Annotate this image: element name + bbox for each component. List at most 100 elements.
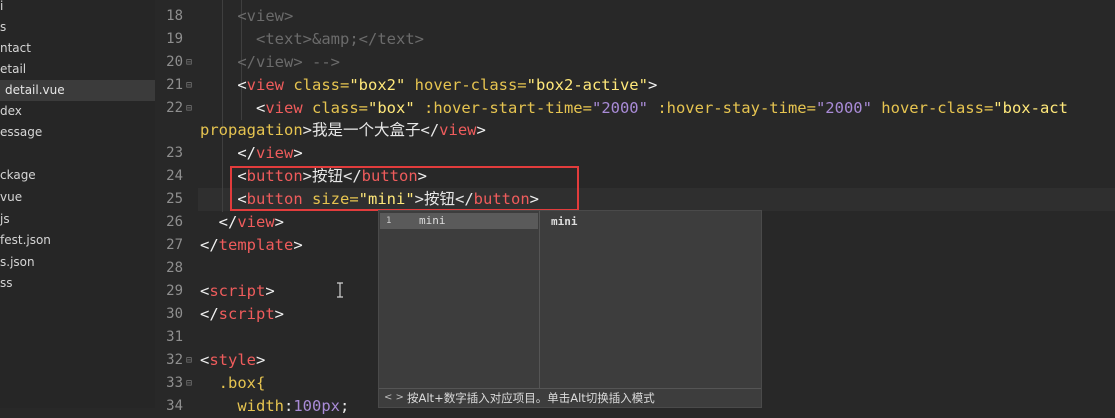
code-line[interactable]: width:100px; [200,395,349,418]
sidebar-item-label: js [0,212,10,226]
line-number: 31 [166,329,183,345]
code-token: "2000" [815,99,872,117]
code-token: :hover-start-time= [414,99,592,117]
sidebar-item[interactable]: i [0,0,155,17]
code-token: > [293,144,303,162]
sidebar-item[interactable]: js [0,209,155,230]
line-number: 34 [166,398,183,414]
autocomplete-item[interactable]: 1 mini [380,213,538,229]
file-explorer-sidebar: i s ntact etail detail.vue dex essage ck… [0,0,155,408]
code-token: >我是一个大盒子</ [302,121,440,139]
code-token: view [439,121,477,139]
sidebar-item-label: ss [0,276,13,290]
sidebar-item[interactable]: ntact [0,38,155,59]
code-token: hover-class= [405,76,527,94]
code-token: view [265,99,303,117]
sidebar-item-label: detail.vue [5,83,65,97]
line-number: 28 [166,260,183,276]
code-token: view [246,76,284,94]
sidebar-item[interactable] [0,143,155,164]
autocomplete-item-label: mini [419,214,446,227]
sidebar-item[interactable]: dex [0,101,155,122]
sidebar-item-label: ntact [0,41,31,55]
fold-marker-icon[interactable]: ⊟ [186,349,192,372]
line-number: 22 [166,100,183,116]
code-token: > [293,236,303,254]
code-token: </ [237,144,256,162]
code-token: > --> [293,53,340,71]
sidebar-item[interactable]: ckage [0,165,155,186]
fold-marker-icon[interactable]: ⊟ [186,372,192,395]
code-token: text [265,30,303,48]
code-line[interactable]: .box{ [200,372,266,395]
fold-marker-icon[interactable]: ⊟ [186,51,192,74]
code-line[interactable]: </view> --> [200,51,340,74]
code-token: ; [340,397,350,415]
code-token: script [209,282,266,300]
code-token: "box2-active" [526,76,648,94]
code-token: script [218,305,275,323]
code-token: 100px [293,397,341,415]
code-line[interactable]: <view class="box" :hover-start-time="200… [200,97,1068,120]
sidebar-item[interactable]: essage [0,122,155,143]
annotation-highlight-box [230,166,579,211]
code-token: > [265,282,275,300]
code-token: < [200,282,210,300]
code-line[interactable]: <text>&amp;</text> [200,28,424,51]
sidebar-item[interactable]: s [0,17,155,38]
sidebar-item[interactable]: ss [0,273,155,294]
autocomplete-item-index: 1 [386,216,392,226]
code-token: > [284,7,294,25]
code-line[interactable]: </template> [200,234,303,257]
code-token: > [256,351,266,369]
sidebar-item[interactable]: s.json [0,252,155,273]
code-token: >&amp;</ [302,30,378,48]
code-token: < [200,351,210,369]
code-line[interactable]: <style> [200,349,265,372]
sidebar-item[interactable]: vue [0,187,155,208]
line-number: 32 [166,352,183,368]
code-line[interactable]: <view class="box2" hover-class="box2-act… [200,74,657,97]
code-token: > [476,121,486,139]
code-token: </ [237,53,256,71]
text-cursor-icon [335,282,345,298]
code-token: > [414,30,424,48]
line-number: 20 [166,54,183,70]
code-line[interactable]: </script> [200,303,284,326]
sidebar-item-detail-vue[interactable]: detail.vue [0,80,155,101]
line-number: 26 [166,214,183,230]
code-line[interactable]: <view> [200,5,293,28]
code-line[interactable]: </view> [200,142,303,165]
autocomplete-list: 1 mini [379,211,540,389]
line-number: 21 [166,77,183,93]
sidebar-item-label: ckage [0,168,36,182]
code-token: </ [200,236,219,254]
line-number: 24 [166,168,183,184]
code-token: < [256,30,266,48]
fold-marker-icon[interactable]: ⊟ [186,97,192,120]
code-token: propagation [200,121,303,139]
code-token: :hover-stay-time= [647,99,816,117]
code-token: </ [218,213,238,231]
code-token: "2000" [591,99,648,117]
line-number: 29 [166,283,183,299]
line-number: 33 [166,375,183,391]
fold-marker-icon[interactable]: ⊟ [186,74,192,97]
code-token: > [647,76,658,94]
code-token: .box{ [218,374,266,392]
code-brackets-icon: < > [384,392,404,403]
sidebar-item-label: s.json [0,255,35,269]
sidebar-item-label: essage [0,125,43,139]
code-line-wrapped[interactable]: propagation>我是一个大盒子</view> [200,119,486,142]
autocomplete-hint-text: 按Alt+数字插入对应项目。单击Alt切换插入模式 [407,391,655,405]
code-line[interactable]: <script> [200,280,275,303]
line-number: 23 [166,145,183,161]
sidebar-item-label: s [0,20,7,34]
code-token: view [256,53,294,71]
sidebar-item-label: etail [0,62,27,76]
sidebar-item[interactable]: etail [0,59,155,80]
code-line[interactable]: </view> [200,211,284,234]
code-token: text [377,30,415,48]
sidebar-item[interactable]: fest.json [0,230,155,251]
code-token: view [246,7,284,25]
